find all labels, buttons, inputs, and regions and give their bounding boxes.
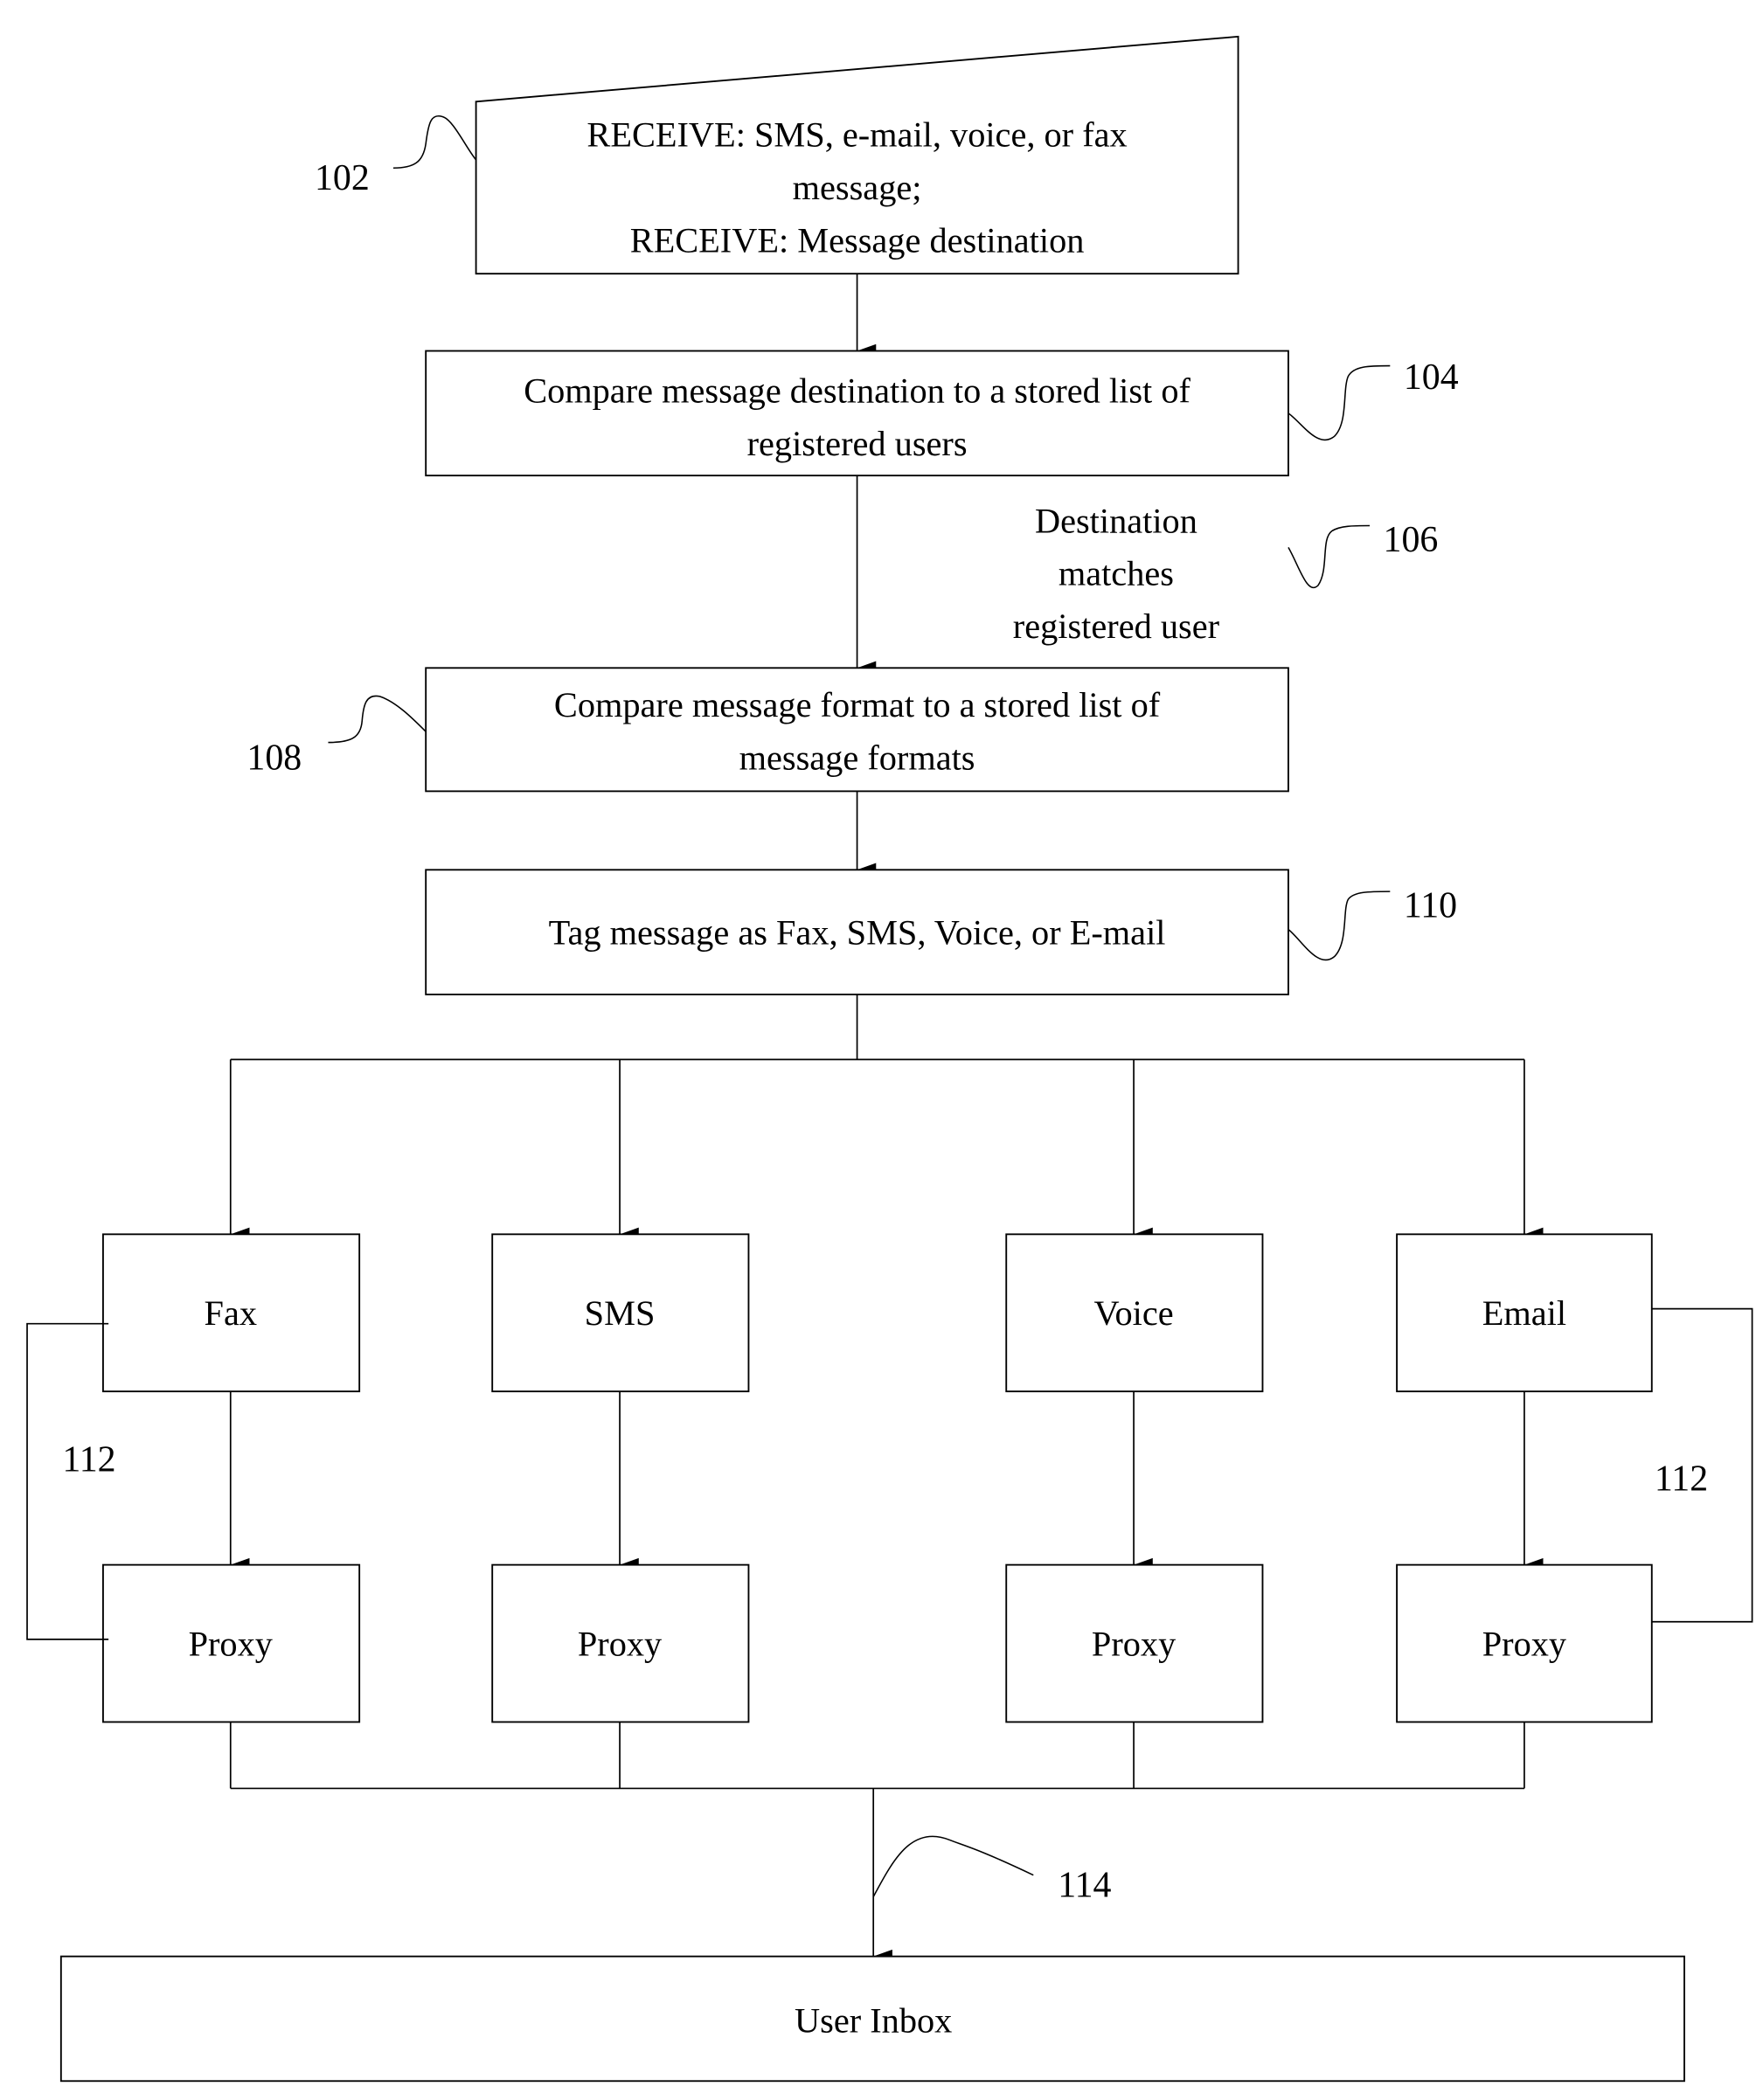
- step-tag: Tag message as Fax, SMS, Voice, or E-mai…: [425, 869, 1289, 995]
- ref-label-108: 108: [246, 738, 302, 779]
- step-receive: RECEIVE: SMS, e-mail, voice, or fax mess…: [475, 35, 1239, 275]
- condition-line-3: registered user: [1013, 606, 1220, 646]
- receive-line-2: message;: [793, 168, 922, 207]
- flowchart-canvas: RECEIVE: SMS, e-mail, voice, or fax mess…: [26, 35, 1753, 2083]
- ref-leader-114: [872, 1835, 1034, 1897]
- sms-label: SMS: [585, 1293, 656, 1333]
- ref-label-106: 106: [1384, 520, 1439, 560]
- ref-label-104: 104: [1404, 357, 1459, 398]
- compare-destination-line-2: registered users: [747, 424, 968, 463]
- receive-line-3: RECEIVE: Message destination: [630, 220, 1085, 260]
- user-inbox-label: User Inbox: [795, 2000, 952, 2040]
- proxy-email-label: Proxy: [1482, 1625, 1566, 1664]
- ref-label-112-left: 112: [62, 1440, 115, 1480]
- tag-line-1: Tag message as Fax, SMS, Voice, or E-mai…: [549, 913, 1166, 953]
- email-label: Email: [1482, 1293, 1566, 1333]
- proxy-fax-label: Proxy: [189, 1625, 273, 1664]
- proxy-voice: Proxy: [1005, 1563, 1264, 1723]
- voice-label: Voice: [1094, 1293, 1174, 1333]
- bypass-loop-fax: [26, 1322, 109, 1640]
- branch-sms: SMS: [491, 1233, 750, 1393]
- receive-line-1: RECEIVE: SMS, e-mail, voice, or fax: [587, 114, 1127, 154]
- ref-label-112-right: 112: [1655, 1459, 1708, 1499]
- ref-leader-110: [1288, 891, 1391, 961]
- condition-line-2: matches: [1058, 554, 1174, 593]
- ref-label-114: 114: [1058, 1865, 1111, 1905]
- proxy-email: Proxy: [1396, 1563, 1653, 1723]
- step-compare-format: Compare message format to a stored list …: [425, 667, 1289, 793]
- ref-leader-102: [392, 114, 477, 170]
- ref-leader-104: [1288, 364, 1391, 441]
- branch-fax: Fax: [101, 1233, 361, 1393]
- ref-label-110: 110: [1404, 886, 1457, 926]
- ref-leader-108: [328, 695, 427, 744]
- user-inbox: User Inbox: [59, 1955, 1685, 2083]
- ref-leader-106: [1288, 524, 1371, 589]
- proxy-fax: Proxy: [101, 1563, 361, 1723]
- branch-voice: Voice: [1005, 1233, 1264, 1393]
- compare-destination-line-1: Compare message destination to a stored …: [524, 371, 1190, 410]
- proxy-voice-label: Proxy: [1092, 1625, 1176, 1664]
- proxy-sms-label: Proxy: [578, 1625, 662, 1664]
- condition-line-1: Destination: [1035, 501, 1197, 540]
- ref-label-102: 102: [315, 158, 370, 198]
- step-compare-destination: Compare message destination to a stored …: [425, 350, 1289, 477]
- branch-email: Email: [1396, 1233, 1653, 1393]
- compare-format-line-1: Compare message format to a stored list …: [554, 685, 1161, 724]
- fax-label: Fax: [205, 1293, 257, 1333]
- compare-format-line-2: message formats: [739, 738, 975, 778]
- proxy-sms: Proxy: [491, 1563, 750, 1723]
